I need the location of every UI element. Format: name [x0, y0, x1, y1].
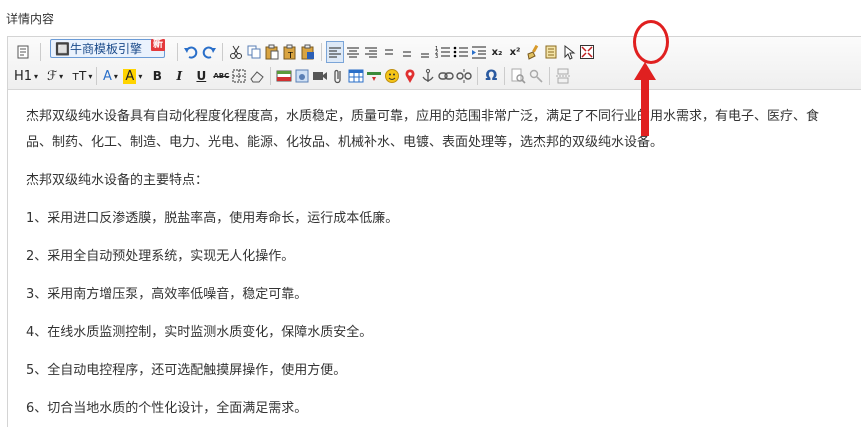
- emoticon-icon[interactable]: [383, 65, 401, 87]
- search-replace-icon[interactable]: [509, 65, 527, 87]
- content-paragraph: 1、采用进口反渗透膜，脱盐率高，使用寿命长，运行成本低廉。: [26, 211, 399, 226]
- content-paragraph: 杰邦双级纯水设备的主要特点：: [26, 173, 209, 188]
- link-icon[interactable]: [437, 65, 455, 87]
- insert-table-icon[interactable]: [347, 65, 365, 87]
- cut-icon[interactable]: [227, 41, 245, 63]
- svg-text:T: T: [287, 51, 293, 60]
- align-justify-icon[interactable]: [380, 41, 398, 63]
- source-code-icon[interactable]: [14, 41, 32, 63]
- content-paragraph: 3、采用南方增压泵，高效率低噪音，稳定可靠。: [26, 287, 308, 302]
- insert-row-icon[interactable]: [275, 65, 293, 87]
- new-badge: 新: [151, 39, 165, 51]
- attachment-icon[interactable]: [329, 65, 347, 87]
- align-left-icon[interactable]: [326, 41, 344, 63]
- content-paragraph: 4、在线水质监测控制，实时监测水质变化，保障水质安全。: [26, 325, 373, 340]
- anchor-icon[interactable]: [419, 65, 437, 87]
- content-paragraph: 2、采用全自动预处理系统，实现无人化操作。: [26, 249, 295, 264]
- outdent-icon[interactable]: [470, 41, 488, 63]
- content-paragraph: 品、制药、化工、制造、电力、光电、能源、化妆品、机械补水、电镀、表面处理等，选杰…: [26, 135, 664, 150]
- fullscreen-icon[interactable]: [578, 41, 596, 63]
- rich-text-editor: 🔲牛商模板引擎 新 T 123 x₂ x² H1 ▾ ℱ ▾ тT ▾ A ▾ …: [7, 36, 861, 427]
- unlink-icon[interactable]: [455, 65, 473, 87]
- font-size-dropdown[interactable]: тT ▾: [72, 65, 92, 87]
- undo-icon[interactable]: [182, 41, 200, 63]
- superscript-button[interactable]: x²: [506, 41, 524, 63]
- toolbar-row-2: H1 ▾ ℱ ▾ тT ▾ A ▾ A ▾ B I U ABC Ω: [8, 64, 861, 88]
- content-paragraph: 5、全自动电控程序，还可选配触摸屏操作，使用方便。: [26, 363, 347, 378]
- indent-icon[interactable]: [416, 41, 434, 63]
- border-icon[interactable]: [230, 65, 248, 87]
- editor-toolbar: 🔲牛商模板引擎 新 T 123 x₂ x² H1 ▾ ℱ ▾ тT ▾ A ▾ …: [8, 37, 861, 90]
- paste-text-icon[interactable]: T: [281, 41, 299, 63]
- preview-icon[interactable]: [527, 65, 545, 87]
- editor-content[interactable]: 杰邦双级纯水设备具有自动化程度化程度高，水质稳定，质量可靠，应用的范围非常广泛，…: [8, 90, 861, 422]
- background-color-dropdown[interactable]: A ▾: [123, 65, 142, 87]
- template-engine-button[interactable]: 🔲牛商模板引擎: [50, 39, 165, 58]
- content-paragraph: 杰邦双级纯水设备具有自动化程度化程度高，水质稳定，质量可靠，应用的范围非常广泛，…: [26, 109, 820, 124]
- paste-word-icon[interactable]: [299, 41, 317, 63]
- copy-icon[interactable]: [245, 41, 263, 63]
- italic-button[interactable]: I: [170, 65, 188, 87]
- horizontal-rule-icon[interactable]: [365, 65, 383, 87]
- paste-icon[interactable]: [263, 41, 281, 63]
- map-icon[interactable]: [401, 65, 419, 87]
- toolbar-row-1-b: T 123 x₂ x²: [173, 40, 861, 64]
- redo-icon[interactable]: [200, 41, 218, 63]
- chevron-down-icon: ▾: [138, 71, 143, 81]
- page-break-icon[interactable]: [554, 65, 572, 87]
- underline-button[interactable]: U: [192, 65, 210, 87]
- chevron-down-icon: ▾: [88, 71, 93, 81]
- strikethrough-button[interactable]: ABC: [212, 65, 230, 87]
- svg-text:3: 3: [435, 54, 438, 59]
- subscript-button[interactable]: x₂: [488, 41, 506, 63]
- align-center-icon[interactable]: [344, 41, 362, 63]
- line-height-icon[interactable]: [398, 41, 416, 63]
- eraser-icon[interactable]: [248, 65, 266, 87]
- chevron-down-icon: ▾: [59, 71, 64, 81]
- special-chars-button[interactable]: Ω: [482, 65, 500, 87]
- chevron-down-icon: ▾: [34, 71, 39, 81]
- select-all-icon[interactable]: [560, 41, 578, 63]
- content-paragraph: 6、切合当地水质的个性化设计，全面满足需求。: [26, 401, 308, 416]
- unordered-list-icon[interactable]: [452, 41, 470, 63]
- bold-button[interactable]: B: [148, 65, 166, 87]
- insert-video-icon[interactable]: [311, 65, 329, 87]
- annotation-arrow: [634, 62, 656, 136]
- import-word-icon[interactable]: [542, 41, 560, 63]
- align-right-icon[interactable]: [362, 41, 380, 63]
- ordered-list-icon[interactable]: 123: [434, 41, 452, 63]
- font-color-dropdown[interactable]: A ▾: [101, 65, 119, 87]
- page-label: 详情内容: [6, 12, 55, 26]
- insert-image-icon[interactable]: [293, 65, 311, 87]
- font-family-dropdown[interactable]: ℱ ▾: [46, 65, 64, 87]
- heading-dropdown[interactable]: H1 ▾: [14, 65, 38, 87]
- chevron-down-icon: ▾: [113, 71, 118, 81]
- format-brush-icon[interactable]: [524, 41, 542, 63]
